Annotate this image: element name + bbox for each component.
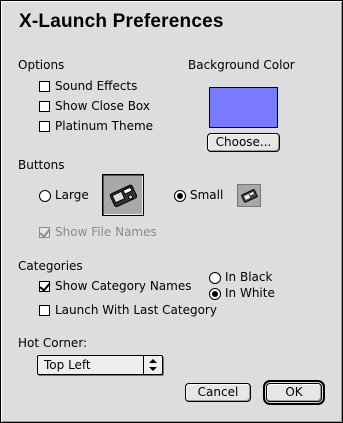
show-file-names-label[interactable]: Show File Names: [55, 225, 157, 239]
preferences-window: X-Launch Preferences Options Sound Effec…: [0, 0, 343, 423]
buttons-heading: Buttons: [18, 158, 65, 172]
launcher-large-glyph: [109, 184, 138, 208]
background-color-swatch[interactable]: [209, 87, 278, 128]
hot-corner-heading: Hot Corner:: [18, 336, 88, 350]
in-black-radio[interactable]: [209, 272, 221, 284]
hot-corner-popup[interactable]: Top Left: [37, 355, 163, 375]
show-file-names-checkbox[interactable]: [39, 227, 50, 238]
in-white-radio[interactable]: [209, 288, 221, 300]
large-label[interactable]: Large: [55, 188, 89, 202]
categories-heading: Categories: [18, 259, 83, 273]
options-heading: Options: [18, 58, 65, 72]
ok-button[interactable]: OK: [263, 380, 325, 405]
sound-effects-label[interactable]: Sound Effects: [55, 79, 137, 93]
large-radio[interactable]: [39, 190, 51, 202]
small-label[interactable]: Small: [190, 188, 223, 202]
window-title: X-Launch Preferences: [19, 11, 224, 32]
sound-effects-checkbox[interactable]: [39, 81, 50, 92]
launch-with-last-category-checkbox[interactable]: [39, 305, 50, 316]
small-radio[interactable]: [174, 190, 186, 202]
choose-color-button[interactable]: Choose...: [207, 133, 280, 152]
popup-arrows-glyph: [149, 359, 157, 371]
show-category-names-checkbox[interactable]: [39, 281, 50, 292]
launch-with-last-category-label[interactable]: Launch With Last Category: [55, 303, 217, 317]
launcher-small-icon: [237, 184, 261, 207]
in-white-label[interactable]: In White: [225, 286, 275, 300]
launcher-large-icon: [102, 174, 144, 216]
platinum-theme-label[interactable]: Platinum Theme: [55, 119, 153, 133]
show-close-box-label[interactable]: Show Close Box: [55, 99, 150, 113]
show-category-names-label[interactable]: Show Category Names: [55, 279, 191, 293]
cancel-button[interactable]: Cancel: [185, 383, 251, 402]
background-color-heading: Background Color: [188, 58, 295, 72]
launcher-small-glyph: [241, 189, 258, 203]
popup-arrows-icon: [143, 356, 162, 374]
in-black-label[interactable]: In Black: [225, 270, 272, 284]
hot-corner-value: Top Left: [44, 358, 91, 372]
platinum-theme-checkbox[interactable]: [39, 121, 50, 132]
show-close-box-checkbox[interactable]: [39, 101, 50, 112]
